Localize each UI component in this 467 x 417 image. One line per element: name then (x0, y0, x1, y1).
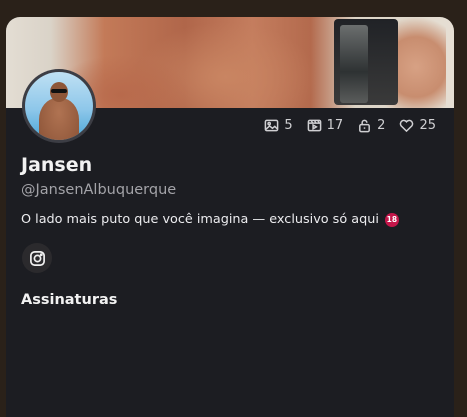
profile-bio: O lado mais puto que você imagina — excl… (21, 212, 399, 227)
avatar-sunglasses (51, 89, 67, 93)
subscriptions-heading: Assinaturas (21, 292, 118, 308)
cover-phone-case (340, 25, 368, 103)
instagram-icon (29, 250, 45, 266)
profile-stats: 5 17 2 25 (264, 118, 436, 133)
stat-locked: 2 (357, 118, 385, 133)
lock-icon (359, 119, 371, 133)
profile-handle: @JansenAlbuquerque (21, 182, 177, 198)
stat-videos-count: 17 (326, 118, 344, 133)
profile-bio-text: O lado mais puto que você imagina — excl… (21, 212, 379, 227)
heart-icon (400, 119, 414, 133)
image-icon (265, 119, 279, 132)
stat-photos: 5 (264, 118, 293, 133)
stat-likes: 25 (399, 118, 436, 133)
instagram-link[interactable] (22, 243, 52, 273)
stat-locked-count: 2 (377, 118, 386, 133)
avatar-photo (25, 72, 93, 140)
profile-name: Jansen (21, 154, 93, 176)
stat-photos-count: 5 (284, 118, 293, 133)
profile-card: 5 17 2 25 Jansen @JansenAlbuquerque O la… (6, 17, 454, 417)
avatar[interactable] (22, 69, 96, 143)
video-icon (307, 119, 321, 132)
stat-likes-count: 25 (419, 118, 436, 133)
adult-18-badge: 18 (384, 212, 399, 227)
avatar-body (39, 98, 79, 140)
stat-videos: 17 (307, 118, 344, 133)
